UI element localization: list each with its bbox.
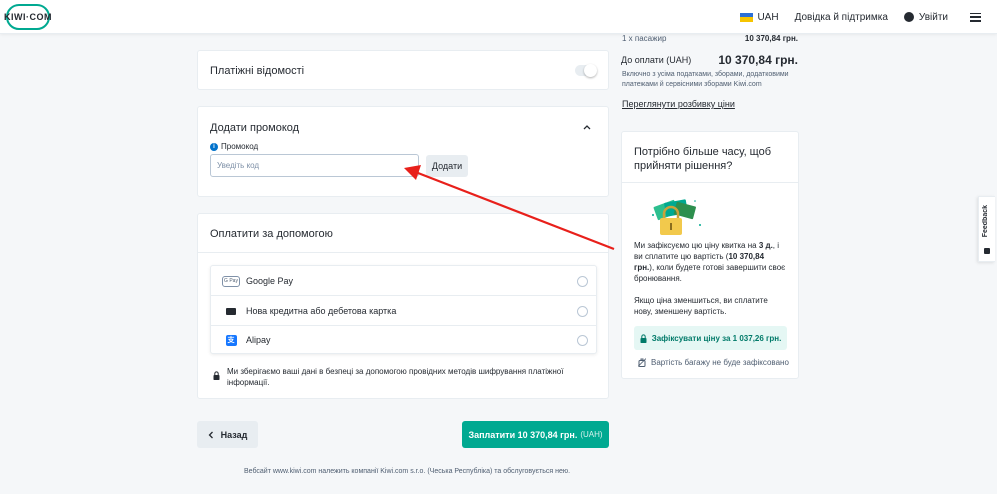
lock-icon (213, 371, 220, 380)
payment-method-google-pay[interactable]: G Pay Google Pay (211, 266, 596, 296)
top-bar: KIWI·COM UAH Довідка й підтримка Увійти (0, 0, 997, 34)
back-button[interactable]: Назад (197, 421, 258, 448)
login-button[interactable]: Увійти (903, 11, 948, 23)
ukraine-flag-icon (740, 12, 754, 22)
chevron-up-icon[interactable] (583, 124, 591, 130)
promo-placeholder: Уведіть код (217, 161, 260, 170)
promo-label-text: Промокод (221, 142, 259, 151)
payment-method-list: G Pay Google Pay Нова кредитна або дебет… (210, 265, 597, 354)
total-label: До оплати (UAH) (621, 55, 692, 65)
alipay-icon: 支 (225, 334, 237, 346)
price-lock-description: Ми зафіксуємо цю ціну квитка на 3 д., і … (634, 241, 786, 283)
pay-with-title: Оплатити за допомогою (210, 228, 333, 240)
help-link[interactable]: Довідка й підтримка (795, 12, 888, 23)
security-note: Ми зберігаємо ваші дані в безпеці за доп… (227, 367, 564, 387)
help-label: Довідка й підтримка (794, 11, 888, 23)
price-lock-illustration-icon (652, 199, 701, 235)
feedback-icon (984, 248, 990, 254)
chevron-left-icon (208, 431, 213, 438)
apply-promo-button[interactable]: Додати (426, 155, 468, 177)
footer-text: Вебсайт www.kiwi.com належить компанії K… (244, 468, 571, 475)
google-pay-label: Google Pay (246, 276, 294, 286)
price-lock-description-2: Якщо ціна зменшиться, ви сплатите нову, … (634, 296, 768, 316)
passengers-label: 1 x пасажир (622, 34, 667, 43)
pay-label: Заплатити 10 370,84 грн. (468, 429, 578, 440)
menu-icon[interactable] (970, 12, 981, 22)
price-lock-title: Потрібно більше часу, щоб прийняти рішен… (634, 146, 772, 172)
currency-label: UAH (757, 11, 779, 23)
baggage-note: Вартість багажу не буде зафіксовано (638, 358, 789, 367)
feedback-tab[interactable]: Feedback (978, 196, 995, 262)
back-label: Назад (220, 429, 248, 440)
promo-code-input[interactable]: Уведіть код (210, 154, 419, 177)
payment-details-title: Платіжні відомості (210, 65, 305, 77)
price-lock-divider (622, 182, 798, 183)
kiwi-logo[interactable]: KIWI·COM (4, 4, 52, 30)
payment-method-card[interactable]: Нова кредитна або дебетова картка (211, 296, 596, 326)
total-price: 10 370,84 грн. (718, 53, 798, 67)
header-actions: UAH Довідка й підтримка Увійти (740, 0, 981, 34)
currency-selector[interactable]: UAH (740, 11, 779, 23)
payment-details-toggle[interactable] (575, 64, 597, 77)
baggage-icon (638, 358, 646, 367)
baggage-note-text: Вартість багажу не буде зафіксовано (651, 358, 789, 367)
pay-currency: (UAH) (580, 430, 603, 439)
price-lock-card: Потрібно більше часу, щоб прийняти рішен… (621, 131, 799, 379)
lock-price-button[interactable]: Зафіксувати ціну за 1 037,26 грн. (634, 326, 787, 350)
promo-card: Додати промокод i Промокод Уведіть код До… (197, 106, 609, 197)
promo-title: Додати промокод (210, 122, 300, 134)
lock-icon (640, 333, 647, 343)
login-label: Увійти (918, 11, 948, 23)
credit-card-icon (222, 306, 240, 317)
logo-text: KIWI·COM (4, 12, 52, 22)
alipay-radio[interactable] (577, 334, 588, 346)
section-divider (198, 252, 608, 253)
apply-promo-label: Додати (431, 161, 463, 171)
passengers-price: 10 370,84 грн. (744, 34, 798, 43)
payment-details-card: Платіжні відомості (197, 50, 609, 90)
payment-method-alipay[interactable]: 支 Alipay (211, 325, 596, 355)
alipay-label: Alipay (246, 335, 271, 345)
lock-price-label: Зафіксувати ціну за 1 037,26 грн. (651, 333, 782, 343)
user-icon (903, 12, 914, 22)
info-icon: i (210, 142, 218, 151)
google-pay-radio[interactable] (577, 275, 588, 287)
pay-with-card: Оплатити за допомогою G Pay Google Pay Н… (197, 213, 609, 399)
promo-field-label: i Промокод (210, 142, 258, 151)
pay-button[interactable]: Заплатити 10 370,84 грн. (UAH) (462, 421, 609, 448)
card-radio[interactable] (577, 305, 588, 317)
total-note: Включно з усіма податками, зборами, дода… (622, 71, 789, 88)
google-pay-icon: G Pay (222, 275, 240, 287)
feedback-label: Feedback (982, 205, 989, 238)
card-label: Нова кредитна або дебетова картка (246, 306, 397, 316)
price-breakdown-link[interactable]: Переглянути розбивку ціни (622, 99, 735, 109)
